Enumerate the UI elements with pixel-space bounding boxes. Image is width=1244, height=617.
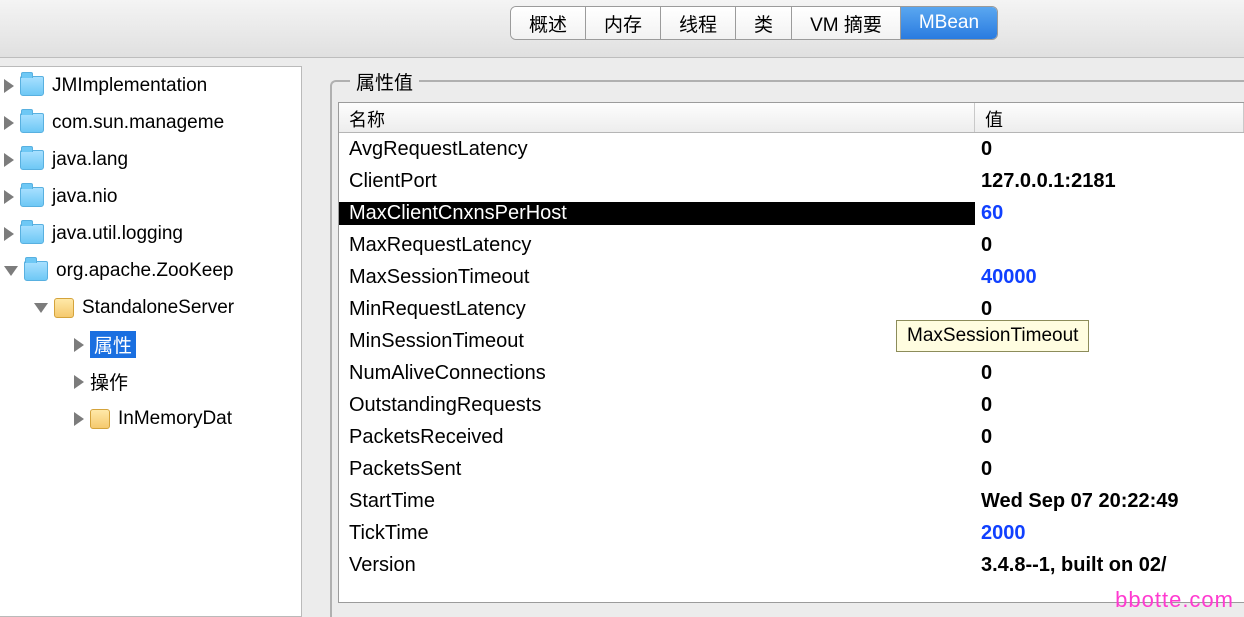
chevron-right-icon[interactable] bbox=[4, 79, 14, 93]
table-row[interactable]: MaxClientCnxnsPerHost60 bbox=[339, 197, 1244, 229]
table-row[interactable]: TickTime2000 bbox=[339, 517, 1244, 549]
attr-value: 0 bbox=[975, 362, 1244, 385]
tree-item[interactable]: java.lang bbox=[0, 141, 301, 178]
attr-value: 40000 bbox=[975, 266, 1244, 289]
attr-name: MaxClientCnxnsPerHost bbox=[339, 202, 975, 225]
attr-value: 60 bbox=[975, 202, 1244, 225]
table-row[interactable]: PacketsReceived0 bbox=[339, 421, 1244, 453]
table-row[interactable]: MaxSessionTimeout40000 bbox=[339, 261, 1244, 293]
mbean-tree: JMImplementation com.sun.manageme java.lan… bbox=[0, 66, 302, 617]
tab-线程[interactable]: 线程 bbox=[661, 7, 736, 39]
chevron-right-icon[interactable] bbox=[4, 116, 14, 130]
tree-item[interactable]: org.apache.ZooKeep bbox=[0, 252, 301, 289]
attribute-panel: 属性值 名称 值 AvgRequestLatency0ClientPort127… bbox=[320, 66, 1244, 617]
table-row[interactable]: MaxRequestLatency0 bbox=[339, 229, 1244, 261]
attr-name: PacketsSent bbox=[339, 458, 975, 481]
chevron-right-icon[interactable] bbox=[4, 153, 14, 167]
tree-label: JMImplementation bbox=[52, 75, 207, 97]
attr-name: MinSessionTimeout bbox=[339, 330, 975, 353]
attr-value: 3.4.8--1, built on 02/ bbox=[975, 554, 1244, 577]
tab-MBean[interactable]: MBean bbox=[901, 7, 997, 39]
chevron-right-icon[interactable] bbox=[4, 190, 14, 204]
attr-value: 2000 bbox=[975, 522, 1244, 545]
tree-label: 操作 bbox=[90, 368, 128, 395]
attr-name: NumAliveConnections bbox=[339, 362, 975, 385]
attr-name: MaxRequestLatency bbox=[339, 234, 975, 257]
attr-value: 0 bbox=[975, 426, 1244, 449]
chevron-down-icon[interactable] bbox=[4, 266, 18, 276]
tree-item[interactable]: InMemoryDat bbox=[0, 400, 301, 437]
bean-icon bbox=[90, 409, 110, 429]
attr-name: ClientPort bbox=[339, 170, 975, 193]
table-row[interactable]: NumAliveConnections0 bbox=[339, 357, 1244, 389]
attr-value: 0 bbox=[975, 394, 1244, 417]
attr-name: Version bbox=[339, 554, 975, 577]
table-row[interactable]: OutstandingRequests0 bbox=[339, 389, 1244, 421]
tree-label: java.lang bbox=[52, 149, 128, 171]
folder-icon bbox=[20, 76, 44, 96]
folder-icon bbox=[20, 150, 44, 170]
tree-label: com.sun.manageme bbox=[52, 112, 224, 134]
tree-label: org.apache.ZooKeep bbox=[56, 260, 233, 282]
bean-icon bbox=[54, 298, 74, 318]
column-name[interactable]: 名称 bbox=[339, 103, 975, 132]
chevron-right-icon[interactable] bbox=[74, 412, 84, 426]
folder-icon bbox=[24, 261, 48, 281]
tree-label: StandaloneServer bbox=[82, 297, 234, 319]
table-row[interactable]: MinSessionTimeout4000 bbox=[339, 325, 1244, 357]
chevron-right-icon[interactable] bbox=[74, 338, 84, 352]
tree-label: InMemoryDat bbox=[118, 408, 232, 430]
folder-icon bbox=[20, 113, 44, 133]
attr-name: MinRequestLatency bbox=[339, 298, 975, 321]
table-row[interactable]: ClientPort127.0.0.1:2181 bbox=[339, 165, 1244, 197]
attr-value: Wed Sep 07 20:22:49 bbox=[975, 490, 1244, 513]
attr-name: StartTime bbox=[339, 490, 975, 513]
attr-name: MaxSessionTimeout bbox=[339, 266, 975, 289]
tree-label: java.nio bbox=[52, 186, 118, 208]
tooltip: MaxSessionTimeout bbox=[896, 320, 1089, 352]
tree-item[interactable]: com.sun.manageme bbox=[0, 104, 301, 141]
tree-item[interactable]: StandaloneServer bbox=[0, 289, 301, 326]
attr-value: 0 bbox=[975, 458, 1244, 481]
folder-icon bbox=[20, 187, 44, 207]
attr-name: AvgRequestLatency bbox=[339, 138, 975, 161]
chevron-right-icon[interactable] bbox=[74, 375, 84, 389]
tab-类[interactable]: 类 bbox=[736, 7, 792, 39]
tab-bar: 概述内存线程类VM 摘要MBean bbox=[510, 6, 998, 40]
attr-value: 0 bbox=[975, 234, 1244, 257]
attr-value: 127.0.0.1:2181 bbox=[975, 170, 1244, 193]
tree-item[interactable]: java.nio bbox=[0, 178, 301, 215]
folder-icon bbox=[20, 224, 44, 244]
attr-value: 0 bbox=[975, 298, 1244, 321]
tree-label: java.util.logging bbox=[52, 223, 183, 245]
tree-item[interactable]: 属性 bbox=[0, 326, 301, 363]
table-row[interactable]: StartTimeWed Sep 07 20:22:49 bbox=[339, 485, 1244, 517]
watermark: bbotte.com bbox=[1115, 587, 1234, 613]
tree-item[interactable]: 操作 bbox=[0, 363, 301, 400]
tab-VM 摘要[interactable]: VM 摘要 bbox=[792, 7, 901, 39]
chevron-right-icon[interactable] bbox=[4, 227, 14, 241]
tab-概述[interactable]: 概述 bbox=[511, 7, 586, 39]
attr-name: OutstandingRequests bbox=[339, 394, 975, 417]
panel-title: 属性值 bbox=[350, 68, 419, 95]
column-value[interactable]: 值 bbox=[975, 103, 1244, 132]
tree-label: 属性 bbox=[90, 331, 136, 358]
table-header: 名称 值 bbox=[339, 103, 1244, 133]
chevron-down-icon[interactable] bbox=[34, 303, 48, 313]
table-row[interactable]: MinRequestLatency0 bbox=[339, 293, 1244, 325]
table-row[interactable]: Version3.4.8--1, built on 02/ bbox=[339, 549, 1244, 581]
attr-value: 0 bbox=[975, 138, 1244, 161]
attr-name: PacketsReceived bbox=[339, 426, 975, 449]
attribute-table: 名称 值 AvgRequestLatency0ClientPort127.0.0… bbox=[338, 102, 1244, 603]
tab-内存[interactable]: 内存 bbox=[586, 7, 661, 39]
tree-item[interactable]: java.util.logging bbox=[0, 215, 301, 252]
tree-item[interactable]: JMImplementation bbox=[0, 67, 301, 104]
table-row[interactable]: PacketsSent0 bbox=[339, 453, 1244, 485]
table-row[interactable]: AvgRequestLatency0 bbox=[339, 133, 1244, 165]
attr-name: TickTime bbox=[339, 522, 975, 545]
